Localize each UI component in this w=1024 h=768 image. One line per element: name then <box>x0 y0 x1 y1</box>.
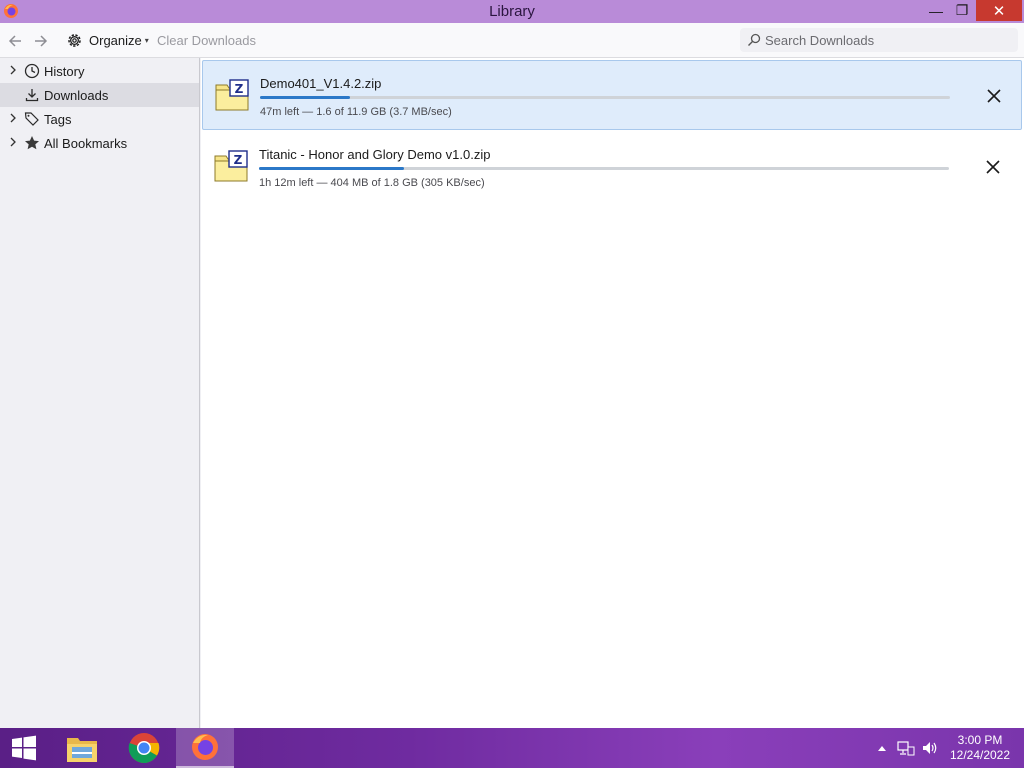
download-item[interactable]: Z Titanic - Honor and Glory Demo v1.0.zi… <box>202 132 1022 202</box>
search-icon <box>748 33 761 46</box>
library-toolbar: Organize ▾ Clear Downloads <box>0 23 1024 58</box>
library-sidebar: History Downloads Tags All Bookmarks <box>0 58 200 728</box>
minimize-button[interactable]: — <box>922 0 950 21</box>
close-icon <box>986 160 1000 174</box>
search-downloads-input[interactable] <box>765 32 1005 48</box>
start-button[interactable] <box>0 728 48 768</box>
window-title: Library <box>489 3 535 20</box>
organize-button[interactable]: Organize ▾ <box>66 23 149 58</box>
download-progress-bar <box>259 167 949 170</box>
sidebar-item-all-bookmarks[interactable]: All Bookmarks <box>0 131 199 155</box>
chevron-right-icon[interactable] <box>7 65 19 78</box>
taskbar-file-explorer[interactable] <box>58 728 106 768</box>
arrow-right-icon <box>35 34 48 47</box>
downloads-list: Z Demo401_V1.4.2.zip 47m left — 1.6 of 1… <box>201 58 1024 728</box>
chevron-right-icon[interactable] <box>7 137 19 150</box>
speaker-icon <box>923 742 937 754</box>
taskbar-chrome[interactable] <box>120 728 168 768</box>
taskbar: 3:00 PM 12/24/2022 <box>0 728 1024 768</box>
windows-start-icon <box>12 735 36 761</box>
clear-downloads-button[interactable]: Clear Downloads <box>157 23 256 58</box>
sidebar-item-label: Downloads <box>44 87 109 103</box>
sidebar-item-label: History <box>44 63 85 79</box>
clock-date: 12/24/2022 <box>949 748 1011 762</box>
close-icon <box>987 89 1001 103</box>
gear-icon <box>68 34 81 47</box>
network-icon <box>897 741 915 756</box>
clock-icon <box>24 63 40 79</box>
download-progress-fill <box>260 96 350 99</box>
download-progress-bar <box>260 96 950 99</box>
download-progress-fill <box>259 167 404 170</box>
svg-text:Z: Z <box>234 153 243 167</box>
back-button[interactable] <box>7 23 27 58</box>
download-status: 1h 12m left — 404 MB of 1.8 GB (305 KB/s… <box>259 177 485 189</box>
show-hidden-icons-button[interactable] <box>874 728 890 768</box>
arrow-left-icon <box>8 34 21 47</box>
tag-icon <box>24 111 40 127</box>
chevron-up-icon <box>878 746 886 751</box>
download-item[interactable]: Z Demo401_V1.4.2.zip 47m left — 1.6 of 1… <box>202 60 1022 130</box>
forward-button[interactable] <box>33 23 53 58</box>
firefox-icon <box>192 734 218 760</box>
title-bar: Library — ❐ ✕ <box>0 0 1024 23</box>
cancel-download-button[interactable] <box>983 157 1003 177</box>
sidebar-item-label: Tags <box>44 111 72 127</box>
download-icon <box>24 87 40 103</box>
chevron-down-icon: ▾ <box>144 36 149 45</box>
download-status: 47m left — 1.6 of 11.9 GB (3.7 MB/sec) <box>260 106 452 118</box>
taskbar-clock[interactable]: 3:00 PM 12/24/2022 <box>940 733 1020 763</box>
search-box[interactable] <box>740 28 1018 52</box>
chevron-right-icon[interactable] <box>7 113 19 126</box>
sidebar-item-label: All Bookmarks <box>44 135 128 151</box>
volume-tray-button[interactable] <box>919 728 941 768</box>
zip-file-icon: Z <box>215 79 249 111</box>
svg-text:Z: Z <box>235 82 244 96</box>
network-tray-button[interactable] <box>895 728 917 768</box>
clock-time: 3:00 PM <box>957 733 1003 747</box>
sidebar-item-tags[interactable]: Tags <box>0 107 199 131</box>
sidebar-item-history[interactable]: History <box>0 59 199 83</box>
chrome-icon <box>128 733 160 764</box>
star-icon <box>24 135 40 151</box>
sidebar-item-downloads[interactable]: Downloads <box>0 83 199 107</box>
download-filename: Titanic - Honor and Glory Demo v1.0.zip <box>259 147 491 162</box>
cancel-download-button[interactable] <box>984 86 1004 106</box>
download-filename: Demo401_V1.4.2.zip <box>260 76 382 91</box>
taskbar-firefox[interactable] <box>176 728 234 768</box>
file-explorer-icon <box>67 738 97 762</box>
close-window-button[interactable]: ✕ <box>976 0 1022 21</box>
zip-file-icon: Z <box>214 150 248 182</box>
maximize-button[interactable]: ❐ <box>948 0 976 21</box>
organize-label: Organize <box>89 33 142 48</box>
